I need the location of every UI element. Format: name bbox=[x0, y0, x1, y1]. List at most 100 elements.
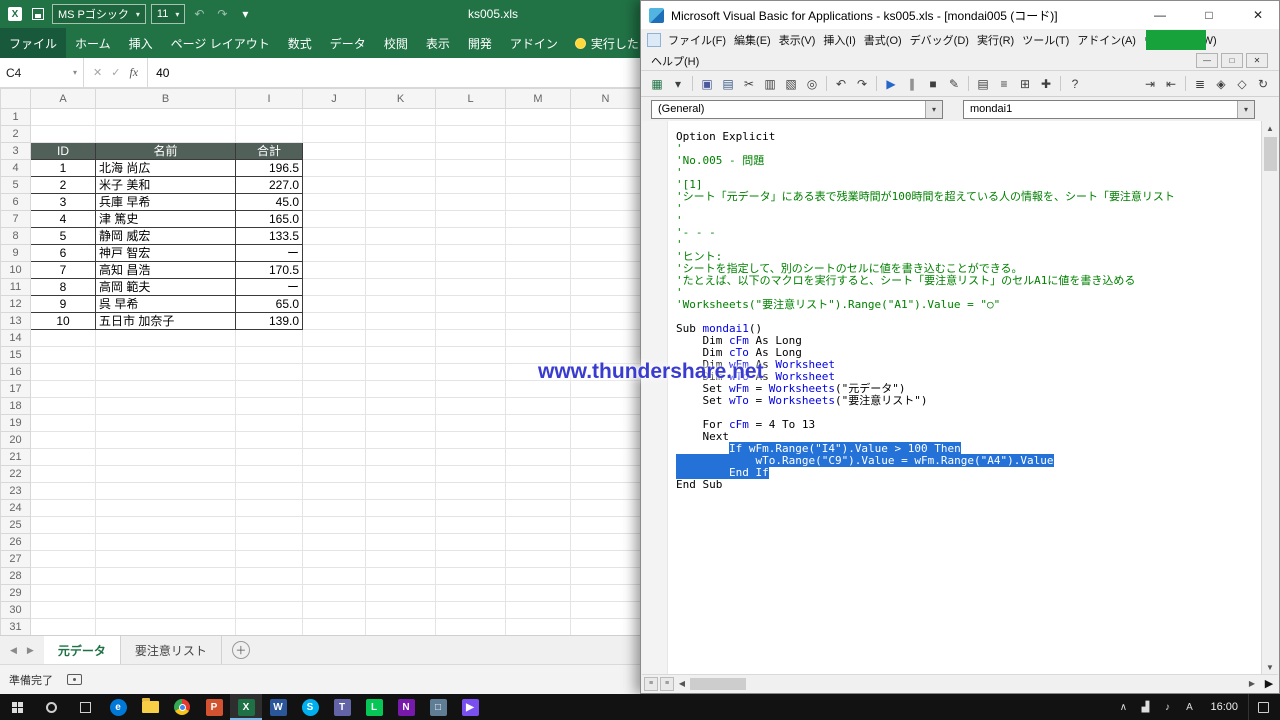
code-line-3[interactable]: 'No.005 - 問題 bbox=[676, 155, 1260, 167]
cell-M28[interactable] bbox=[506, 568, 571, 585]
cell-M7[interactable] bbox=[506, 211, 571, 228]
row-header-6[interactable]: 6 bbox=[1, 194, 31, 211]
row-header-29[interactable]: 29 bbox=[1, 585, 31, 602]
cell-I13[interactable]: 139.0 bbox=[236, 313, 303, 330]
column-header-N[interactable]: N bbox=[571, 89, 641, 109]
cell-N22[interactable] bbox=[571, 466, 641, 483]
cell-M3[interactable] bbox=[506, 143, 571, 160]
code-line-30[interactable]: End Sub bbox=[676, 479, 1260, 491]
comment-block-icon[interactable]: ≣ bbox=[1190, 74, 1210, 94]
taskbar-app-teams[interactable]: T bbox=[326, 694, 358, 720]
column-header-B[interactable]: B bbox=[96, 89, 236, 109]
cell-A16[interactable] bbox=[31, 364, 96, 381]
redo-icon[interactable]: ↷ bbox=[852, 74, 872, 94]
ribbon-tab-8[interactable]: 表示 bbox=[417, 28, 459, 58]
code-line-7[interactable]: ' bbox=[676, 203, 1260, 215]
cell-J11[interactable] bbox=[303, 279, 366, 296]
volume-icon[interactable]: ♪ bbox=[1156, 694, 1178, 720]
taskbar-app-notepad[interactable]: □ bbox=[422, 694, 454, 720]
next-bookmark-icon[interactable]: ◇ bbox=[1232, 74, 1252, 94]
properties-window-icon[interactable]: ≡ bbox=[994, 74, 1014, 94]
cell-A23[interactable] bbox=[31, 483, 96, 500]
menu-2[interactable]: 編集(E) bbox=[730, 29, 775, 51]
ribbon-tab-1[interactable]: ファイル bbox=[0, 28, 66, 58]
row-header-23[interactable]: 23 bbox=[1, 483, 31, 500]
menu-5[interactable]: 書式(O) bbox=[860, 29, 906, 51]
child-close-button[interactable]: ✕ bbox=[1246, 53, 1268, 68]
menu-8[interactable]: ツール(T) bbox=[1018, 29, 1073, 51]
cell-M12[interactable] bbox=[506, 296, 571, 313]
cell-J8[interactable] bbox=[303, 228, 366, 245]
cell-L14[interactable] bbox=[436, 330, 506, 347]
cell-J5[interactable] bbox=[303, 177, 366, 194]
copy-icon[interactable]: ▥ bbox=[760, 74, 780, 94]
cell-B21[interactable] bbox=[96, 449, 236, 466]
code-line-9[interactable]: '- - - bbox=[676, 227, 1260, 239]
cell-M8[interactable] bbox=[506, 228, 571, 245]
taskbar-app-powerpoint[interactable]: P bbox=[198, 694, 230, 720]
menu-1[interactable]: ファイル(F) bbox=[664, 29, 730, 51]
row-header-16[interactable]: 16 bbox=[1, 364, 31, 381]
action-center-button[interactable] bbox=[1248, 694, 1278, 720]
cell-J4[interactable] bbox=[303, 160, 366, 177]
cell-K24[interactable] bbox=[366, 500, 436, 517]
cell-M4[interactable] bbox=[506, 160, 571, 177]
view-excel-icon[interactable]: ▦ bbox=[647, 74, 667, 94]
taskbar-app-video-editor[interactable]: ▶ bbox=[454, 694, 486, 720]
undo-icon[interactable]: ↶ bbox=[190, 5, 208, 23]
scrollbar-thumb[interactable] bbox=[690, 678, 746, 690]
cell-L5[interactable] bbox=[436, 177, 506, 194]
design-mode-icon[interactable]: ✎ bbox=[944, 74, 964, 94]
cell-L9[interactable] bbox=[436, 245, 506, 262]
font-size-select[interactable]: 11 ▾ bbox=[151, 4, 185, 24]
cell-I16[interactable] bbox=[236, 364, 303, 381]
row-header-11[interactable]: 11 bbox=[1, 279, 31, 296]
cell-J3[interactable] bbox=[303, 143, 366, 160]
scroll-up-icon[interactable]: ▲ bbox=[1266, 121, 1274, 135]
cell-B14[interactable] bbox=[96, 330, 236, 347]
row-header-25[interactable]: 25 bbox=[1, 517, 31, 534]
cell-M10[interactable] bbox=[506, 262, 571, 279]
cell-L24[interactable] bbox=[436, 500, 506, 517]
split-handle-icon[interactable]: ▶ bbox=[1260, 677, 1278, 690]
select-all-corner[interactable] bbox=[1, 89, 31, 109]
taskbar-clock[interactable]: 16:00 bbox=[1202, 701, 1246, 713]
code-line-29[interactable]: End If bbox=[676, 467, 1260, 479]
cell-K7[interactable] bbox=[366, 211, 436, 228]
cell-K12[interactable] bbox=[366, 296, 436, 313]
cell-M14[interactable] bbox=[506, 330, 571, 347]
cell-M6[interactable] bbox=[506, 194, 571, 211]
taskbar-app-chrome[interactable] bbox=[166, 694, 198, 720]
cell-I28[interactable] bbox=[236, 568, 303, 585]
cell-M2[interactable] bbox=[506, 126, 571, 143]
procedure-view-button[interactable]: ≡ bbox=[644, 677, 658, 691]
cell-I19[interactable] bbox=[236, 415, 303, 432]
cell-A11[interactable]: 8 bbox=[31, 279, 96, 296]
help-icon[interactable]: ? bbox=[1065, 74, 1085, 94]
cell-I26[interactable] bbox=[236, 534, 303, 551]
row-header-24[interactable]: 24 bbox=[1, 500, 31, 517]
cell-I2[interactable] bbox=[236, 126, 303, 143]
project-explorer-icon[interactable]: ▤ bbox=[973, 74, 993, 94]
cell-A5[interactable]: 2 bbox=[31, 177, 96, 194]
cell-B9[interactable]: 神戸 智宏 bbox=[96, 245, 236, 262]
row-header-5[interactable]: 5 bbox=[1, 177, 31, 194]
cell-A6[interactable]: 3 bbox=[31, 194, 96, 211]
cell-B5[interactable]: 米子 美和 bbox=[96, 177, 236, 194]
cell-K14[interactable] bbox=[366, 330, 436, 347]
menu-9[interactable]: アドイン(A) bbox=[1073, 29, 1140, 51]
cell-K21[interactable] bbox=[366, 449, 436, 466]
taskbar-app-edge[interactable]: e bbox=[102, 694, 134, 720]
ribbon-tab-10[interactable]: アドイン bbox=[501, 28, 567, 58]
bookmark-icon[interactable]: ◈ bbox=[1211, 74, 1231, 94]
cell-L26[interactable] bbox=[436, 534, 506, 551]
row-header-4[interactable]: 4 bbox=[1, 160, 31, 177]
row-header-31[interactable]: 31 bbox=[1, 619, 31, 636]
cell-K31[interactable] bbox=[366, 619, 436, 636]
cell-J25[interactable] bbox=[303, 517, 366, 534]
cell-N5[interactable] bbox=[571, 177, 641, 194]
cell-N9[interactable] bbox=[571, 245, 641, 262]
cell-L25[interactable] bbox=[436, 517, 506, 534]
cell-L22[interactable] bbox=[436, 466, 506, 483]
minimize-button[interactable]: — bbox=[1139, 1, 1181, 29]
